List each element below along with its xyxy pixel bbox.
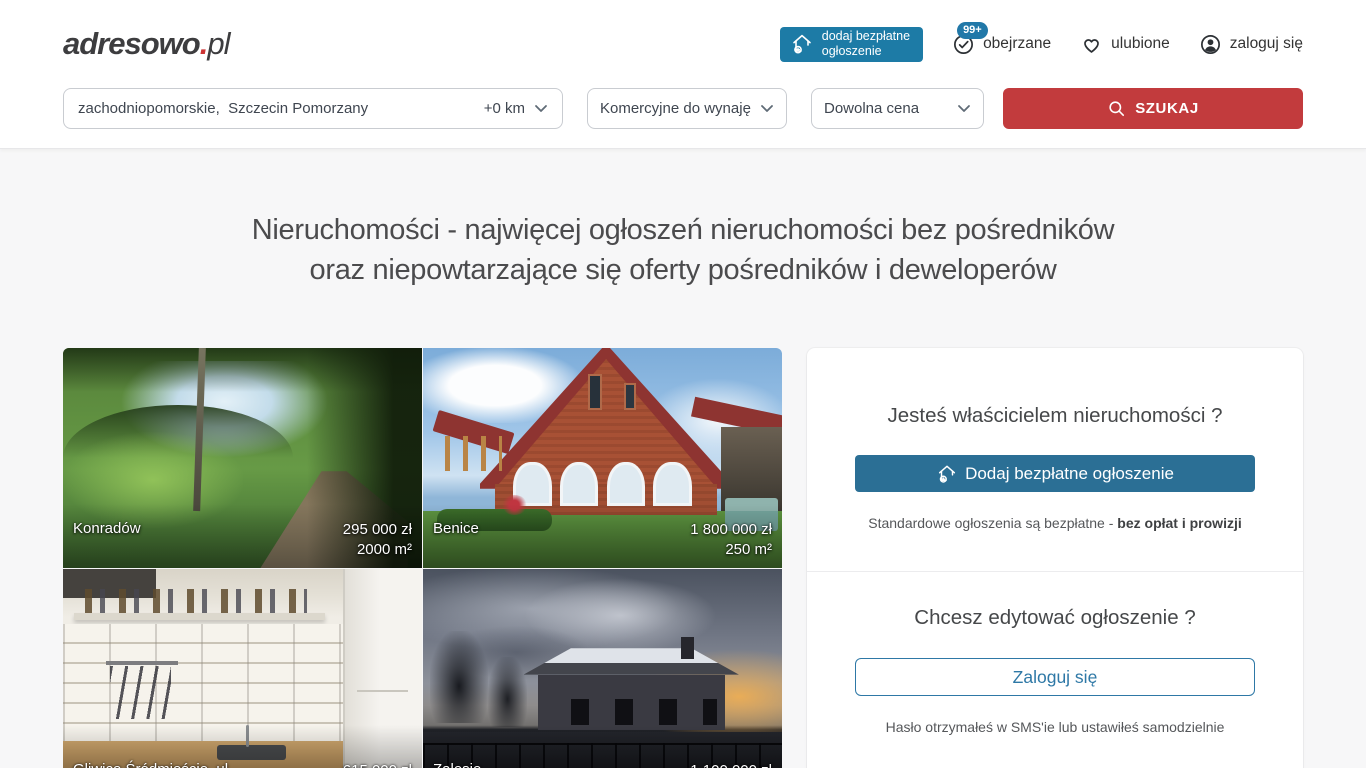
listing-meta: 1 800 000 zł 250 m² <box>690 520 772 560</box>
photo-art-layer <box>357 690 407 692</box>
listing-name: Benice <box>433 520 479 537</box>
listing-tile-zalesie[interactable]: Zalesie 1 100 000 zł <box>423 569 782 768</box>
tile-label: Zalesie 1 100 000 zł <box>423 761 782 768</box>
chevron-down-icon <box>534 104 548 113</box>
check-circle-icon: 99+ <box>952 33 975 56</box>
house-plus-icon <box>936 463 958 485</box>
chevron-down-icon <box>957 104 971 113</box>
listing-name: Konradów <box>73 520 141 537</box>
listing-price: 1 800 000 zł <box>690 520 772 540</box>
listing-tile-benice[interactable]: Benice 1 800 000 zł 250 m² <box>423 348 782 568</box>
price-select[interactable]: Dowolna cena <box>811 88 984 129</box>
page-title: Nieruchomości - najwięcej ogłoszeń nieru… <box>0 210 1366 290</box>
tile-label: Gliwice Śródmieście, ul... 615 000 zł <box>63 761 422 768</box>
photo-art-layer <box>74 613 325 620</box>
owner-note: Standardowe ogłoszenia są bezpłatne - be… <box>855 515 1255 531</box>
logo-tld: pl <box>207 26 229 62</box>
add-free-listing-label: Dodaj bezpłatne ogłoszenie <box>965 464 1174 484</box>
site-header: adresowo.pl dodaj bezpłatne ogłoszenie <box>0 0 1366 149</box>
photo-art-layer <box>545 699 717 725</box>
edit-section: Chcesz edytować ogłoszenie ? Zaloguj się… <box>807 572 1303 768</box>
photo-art-layer <box>588 374 602 409</box>
chevron-down-icon <box>760 104 774 113</box>
header-nav: dodaj bezpłatne ogłoszenie 99+ obejrzane <box>780 27 1303 62</box>
listing-meta: 615 000 zł <box>343 761 412 768</box>
add-listing-label: dodaj bezpłatne ogłoszenie <box>822 29 910 59</box>
photo-art-layer <box>110 666 171 719</box>
listing-meta: 1 100 000 zł <box>690 761 772 768</box>
header-top-row: adresowo.pl dodaj bezpłatne ogłoszenie <box>0 0 1366 88</box>
add-listing-label-line1: dodaj bezpłatne <box>822 29 910 44</box>
category-value: Komercyjne do wynaję <box>600 100 751 117</box>
price-value: Dowolna cena <box>824 100 919 117</box>
radius-value: +0 km <box>484 100 525 117</box>
photo-art-layer <box>106 661 178 665</box>
add-listing-label-line2: ogłoszenie <box>822 44 882 59</box>
heart-icon <box>1080 33 1103 56</box>
main-content: Nieruchomości - najwięcej ogłoszeń nieru… <box>0 210 1366 768</box>
listing-price: 615 000 zł <box>343 761 412 768</box>
search-icon <box>1107 99 1126 118</box>
photo-art-layer <box>513 462 693 506</box>
radius-select[interactable]: +0 km <box>476 100 548 117</box>
favorites-label: ulubione <box>1111 35 1170 53</box>
login-button[interactable]: Zaloguj się <box>855 658 1255 696</box>
location-input[interactable] <box>78 100 476 117</box>
logo-text: adresowo <box>63 26 200 62</box>
owner-section: Jesteś właścicielem nieruchomości ? Doda… <box>807 348 1303 571</box>
edit-heading: Chcesz edytować ogłoszenie ? <box>855 606 1255 630</box>
logo[interactable]: adresowo.pl <box>63 26 229 62</box>
location-field: +0 km <box>63 88 563 129</box>
listing-meta: 295 000 zł 2000 m² <box>343 520 412 560</box>
owner-heading: Jesteś właścicielem nieruchomości ? <box>855 404 1255 428</box>
photo-art-layer <box>488 657 527 727</box>
photo-art-layer <box>624 383 636 409</box>
search-button-label: SZUKAJ <box>1135 100 1199 117</box>
photo-art-layer <box>63 624 343 741</box>
listing-name: Gliwice Śródmieście, ul... <box>73 761 241 768</box>
search-button[interactable]: SZUKAJ <box>1003 88 1303 129</box>
edit-note: Hasło otrzymałeś w SMS'ie lub ustawiłeś … <box>855 719 1255 735</box>
search-bar: +0 km Komercyjne do wynaję Dowolna cena … <box>0 88 1366 148</box>
listing-grid: Konradów 295 000 zł 2000 m² <box>63 348 782 768</box>
listing-price: 1 100 000 zł <box>690 761 772 768</box>
add-listing-button[interactable]: dodaj bezpłatne ogłoszenie <box>780 27 923 62</box>
photo-art-layer <box>445 436 502 471</box>
content-row: Konradów 295 000 zł 2000 m² <box>0 348 1366 768</box>
listing-name: Zalesie <box>433 761 481 768</box>
viewed-link[interactable]: 99+ obejrzane <box>952 33 1051 56</box>
add-free-listing-button[interactable]: Dodaj bezpłatne ogłoszenie <box>855 455 1255 492</box>
listing-area: 250 m² <box>725 540 772 560</box>
favorites-link[interactable]: ulubione <box>1080 33 1170 56</box>
user-circle-icon <box>1199 33 1222 56</box>
owner-panel: Jesteś właścicielem nieruchomości ? Doda… <box>807 348 1303 768</box>
photo-art-layer <box>430 631 487 723</box>
category-select[interactable]: Komercyjne do wynaję <box>587 88 787 129</box>
viewed-label: obejrzane <box>983 35 1051 53</box>
house-plus-icon <box>790 32 814 56</box>
login-link[interactable]: zaloguj się <box>1199 33 1303 56</box>
owner-note-normal: Standardowe ogłoszenia są bezpłatne - <box>868 515 1117 531</box>
owner-note-bold: bez opłat i prowizji <box>1117 515 1241 531</box>
listing-tile-gliwice[interactable]: Gliwice Śródmieście, ul... 615 000 zł <box>63 569 422 768</box>
listing-price: 295 000 zł <box>343 520 412 540</box>
login-label: zaloguj się <box>1230 35 1303 53</box>
tile-label: Benice 1 800 000 zł 250 m² <box>423 520 782 560</box>
viewed-count-badge: 99+ <box>957 22 988 39</box>
listing-tile-konradow[interactable]: Konradów 295 000 zł 2000 m² <box>63 348 422 568</box>
photo-art-layer <box>85 589 308 613</box>
page-title-line1: Nieruchomości - najwięcej ogłoszeń nieru… <box>0 210 1366 250</box>
tile-label: Konradów 295 000 zł 2000 m² <box>63 520 422 560</box>
listing-area: 2000 m² <box>357 540 412 560</box>
photo-art-layer <box>681 637 694 659</box>
page-title-line2: oraz niepowtarzające się oferty pośredni… <box>0 250 1366 290</box>
